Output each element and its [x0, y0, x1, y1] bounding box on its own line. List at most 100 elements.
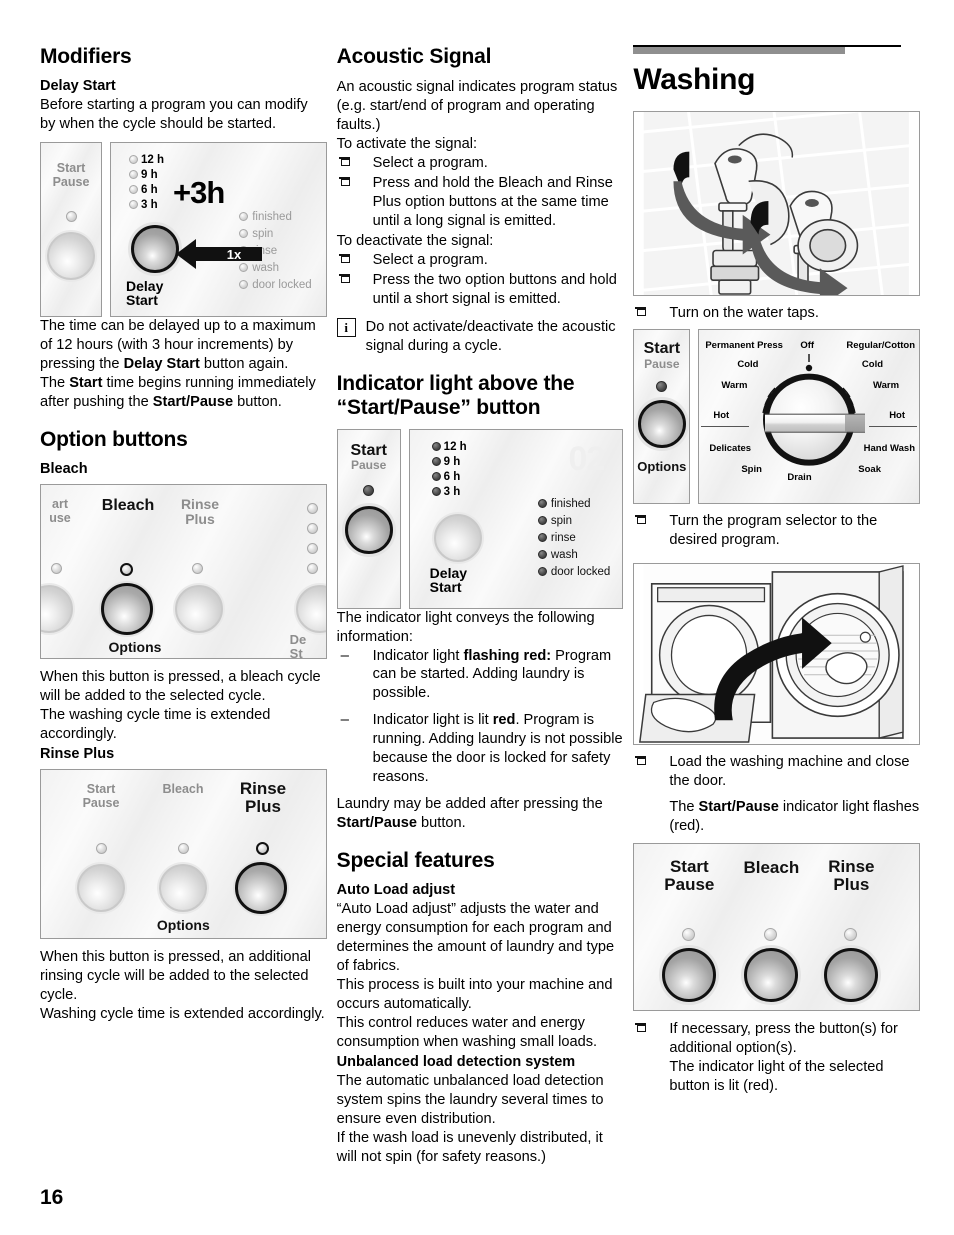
column-1: Modifiers Delay Start Before starting a … — [40, 45, 327, 1167]
note-box: i Do not activate/deactivate the acousti… — [336, 317, 624, 356]
delay-timer-9h: 9 h — [129, 169, 164, 181]
bleach-label: Bleach — [101, 496, 155, 514]
dial-label-permanent-press: Permanent Press — [705, 339, 783, 351]
dial-label-warm-left: Warm — [721, 379, 748, 391]
illustration-loading-machine — [633, 562, 921, 745]
paragraph-deactivate-signal: To deactivate the signal: — [336, 232, 494, 249]
paragraph-delay-intro: Before starting a program you can modify… — [40, 97, 308, 132]
rinse-plus-button-buttonsfig[interactable] — [824, 947, 879, 1002]
pause-label-indicator: Pause — [350, 458, 387, 473]
rinse-plus-button-rinsefig[interactable] — [235, 861, 287, 914]
paragraph-unbalanced-1: The automatic unbalanced load detection … — [336, 1072, 604, 1127]
led-bleach-rinsefig — [178, 842, 189, 854]
heading-option-buttons: Option buttons — [40, 427, 188, 451]
led-right-crop-3 — [306, 542, 318, 554]
led-12h — [129, 155, 138, 165]
checkbox-icon — [635, 755, 647, 765]
options-label-selector: Options — [637, 459, 687, 475]
led-9h-indicator — [431, 457, 441, 467]
dial-guide-line-right — [869, 425, 918, 428]
indicator-status-rinse: rinse — [537, 532, 610, 544]
checkbox-icon — [635, 514, 647, 524]
start-pause-button[interactable] — [47, 231, 95, 280]
program-selector-right-panel: Permanent Press Off Regular/Cotton Cold … — [698, 328, 921, 504]
list-item: Load the washing machine and close the d… — [633, 753, 920, 791]
start-pause-button-indicator[interactable] — [344, 505, 393, 554]
paragraph-bleach-1: When this button is pressed, a bleach cy… — [40, 668, 321, 704]
led-right-crop-4 — [306, 562, 318, 574]
start-pause-button-buttonsfig[interactable] — [662, 947, 717, 1002]
dial-label-off: Off — [800, 339, 815, 351]
paragraph-rinse-1: When this button is pressed, an addition… — [40, 948, 311, 1003]
ghost-display-value: 02 — [568, 439, 606, 478]
press-arrow-icon: 1x — [176, 238, 262, 269]
water-taps-drawing — [634, 112, 920, 295]
heading-rinse-plus: Rinse Plus — [40, 745, 115, 762]
led-bleach — [120, 562, 133, 576]
led-start-pause-selector — [656, 381, 668, 393]
dial-guide-line-left — [701, 425, 750, 428]
step-load-machine: Load the washing machine and close the d… — [633, 753, 920, 791]
delay-timer-6h: 6 h — [129, 184, 164, 196]
led-bleach-buttonsfig — [764, 927, 778, 941]
delay-start-button-label: Delay Start — [126, 277, 164, 308]
led-rinse-indicator — [537, 533, 547, 543]
delay-start-button[interactable] — [131, 224, 179, 273]
pause-label-selector: Pause — [644, 356, 680, 371]
paragraph-laundry-added: Laundry may be added after pressing the … — [336, 796, 603, 832]
checkbox-icon — [338, 176, 350, 186]
heading-unbalanced-load: Unbalanced load detection system — [336, 1053, 576, 1070]
start-pause-button-selector[interactable] — [637, 400, 686, 449]
indicator-status-finished: finished — [537, 498, 610, 510]
led-door-locked-indicator — [537, 567, 547, 577]
bleach-label-buttonsfig: Bleach — [743, 857, 800, 877]
paragraph-delay-max: The time can be delayed up to a maximum … — [40, 317, 316, 372]
list-item: If necessary, press the button(s) for ad… — [633, 1020, 920, 1096]
checkbox-icon — [338, 253, 350, 263]
delay-timer-12h: 12 h — [129, 154, 164, 166]
paragraph-unbalanced-2: If the wash load is unevenly distributed… — [336, 1129, 603, 1165]
three-column-layout: Modifiers Delay Start Before starting a … — [0, 0, 954, 1167]
bleach-button[interactable] — [101, 582, 153, 635]
heading-special-features: Special features — [336, 849, 495, 873]
paragraph-acoustic-intro: An acoustic signal indicates program sta… — [336, 79, 618, 133]
figure-indicator-light: Start Pause 02 12 h 9 h 6 h 3 h finished… — [336, 428, 624, 609]
status-door-locked: door locked — [239, 279, 312, 291]
led-spin-indicator — [537, 516, 547, 526]
rinse-plus-button[interactable] — [175, 584, 223, 633]
list-item: Press the two option buttons and hold un… — [337, 271, 624, 309]
dial-pointer-bar — [765, 414, 866, 434]
note-text: Do not activate/deactivate the acoustic … — [365, 318, 616, 354]
list-item: Press and hold the Bleach and Rinse Plus… — [337, 174, 624, 231]
led-right-crop-1 — [306, 502, 318, 514]
checkbox-icon — [635, 1022, 647, 1032]
column-2: Acoustic Signal An acoustic signal indic… — [336, 45, 624, 1167]
indicator-behaviour-list: – Indicator light flashing red: Program c… — [337, 647, 624, 788]
dial-label-delicates: Delicates — [709, 442, 752, 454]
program-selector-dial[interactable] — [763, 374, 866, 467]
start-pause-button-rinsefig[interactable] — [77, 863, 125, 912]
checkbox-icon — [338, 156, 350, 166]
status-finished: finished — [239, 211, 311, 223]
start-pause-button-cropped[interactable] — [40, 584, 73, 633]
paragraph-rinse-2: Washing cycle time is extended according… — [40, 1005, 325, 1022]
dial-label-hand-wash: Hand Wash — [863, 442, 916, 454]
indicator-timer-9h: 9 h — [431, 456, 467, 468]
dial-knob[interactable] — [763, 374, 866, 467]
bleach-button-buttonsfig[interactable] — [744, 947, 799, 1002]
delay-start-button-cropped[interactable] — [295, 584, 326, 633]
checkbox-icon — [635, 307, 647, 316]
figure-option-buttons-panel: Start Pause Bleach Rinse Plus — [633, 842, 921, 1011]
page-title: Washing — [633, 63, 756, 96]
figure-delay-start: Start Pause 12 h 9 h 6 h 3 h +3h finishe… — [40, 141, 327, 317]
led-3h — [129, 200, 138, 210]
indicator-status-led-list: finished spin rinse wash door locked — [537, 498, 610, 583]
delay-start-label-indicator: Delay Start — [429, 564, 468, 595]
figure-delay-start-right-panel: 12 h 9 h 6 h 3 h +3h finished spin rinse… — [110, 141, 327, 317]
activate-steps-list: Select a program. Press and hold the Ble… — [337, 154, 624, 231]
indicator-timer-6h: 6 h — [431, 471, 467, 483]
bleach-button-rinsefig[interactable] — [159, 863, 207, 912]
delay-start-button-indicator[interactable] — [433, 513, 482, 562]
indicator-status-wash: wash — [537, 549, 610, 561]
heading-delay-start: Delay Start — [40, 78, 116, 94]
